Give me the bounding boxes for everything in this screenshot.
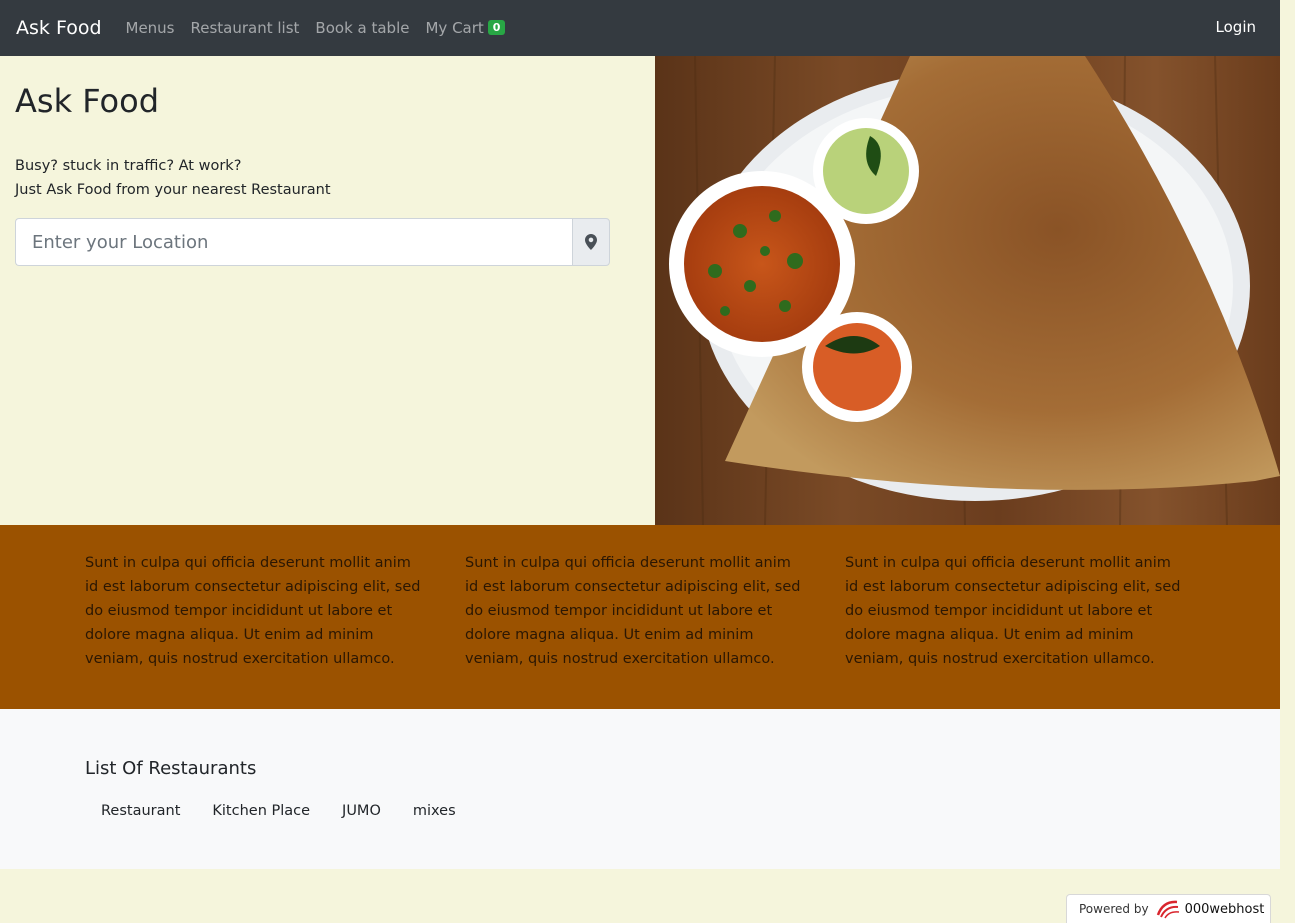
cart-count-badge: 0 bbox=[487, 20, 506, 35]
features-section: Sunt in culpa qui officia deserunt molli… bbox=[0, 525, 1280, 709]
hero-tagline-1: Busy? stuck in traffic? At work? bbox=[15, 158, 242, 174]
location-input[interactable] bbox=[15, 218, 572, 266]
feature-text-1: Sunt in culpa qui officia deserunt molli… bbox=[85, 555, 421, 667]
feature-text-3: Sunt in culpa qui officia deserunt molli… bbox=[845, 555, 1181, 667]
hero-food-image bbox=[655, 56, 1280, 525]
hero-tagline-2: Just Ask Food from your nearest Restaura… bbox=[15, 182, 331, 198]
nav-my-cart[interactable]: My Cart 0 bbox=[425, 19, 506, 37]
restaurants-heading: List Of Restaurants bbox=[85, 758, 257, 779]
location-input-group bbox=[15, 218, 610, 266]
powered-by-badge[interactable]: Powered by 000webhost bbox=[1066, 894, 1271, 923]
nav-book-table[interactable]: Book a table bbox=[315, 19, 409, 37]
restaurant-item[interactable]: Kitchen Place bbox=[212, 803, 310, 819]
login-link[interactable]: Login bbox=[1216, 18, 1256, 36]
scrollbar[interactable] bbox=[1280, 0, 1295, 923]
hero-text: Ask Food Busy? stuck in traffic? At work… bbox=[0, 56, 655, 525]
map-marker-icon bbox=[585, 234, 597, 250]
feature-text-2: Sunt in culpa qui officia deserunt molli… bbox=[465, 555, 801, 667]
restaurant-item[interactable]: JUMO bbox=[342, 803, 381, 819]
restaurant-list: Restaurant Kitchen Place JUMO mixes bbox=[85, 803, 1195, 819]
nav-restaurant-list[interactable]: Restaurant list bbox=[191, 19, 300, 37]
page: Ask Food Menus Restaurant list Book a ta… bbox=[0, 0, 1280, 869]
restaurant-item[interactable]: mixes bbox=[413, 803, 456, 819]
nav-menus[interactable]: Menus bbox=[126, 19, 175, 37]
restaurant-item[interactable]: Restaurant bbox=[101, 803, 180, 819]
powered-by-brand: 000webhost bbox=[1184, 901, 1265, 917]
nav-my-cart-label: My Cart bbox=[425, 19, 484, 37]
navbar: Ask Food Menus Restaurant list Book a ta… bbox=[0, 0, 1280, 56]
location-button[interactable] bbox=[572, 218, 610, 266]
powered-by-label: Powered by bbox=[1079, 902, 1149, 916]
hero-section: Ask Food Busy? stuck in traffic? At work… bbox=[0, 56, 1280, 525]
hero-title: Ask Food bbox=[15, 82, 159, 120]
restaurants-section: List Of Restaurants Restaurant Kitchen P… bbox=[0, 709, 1280, 869]
webhost-logo-icon bbox=[1156, 900, 1179, 919]
brand-logo[interactable]: Ask Food bbox=[16, 17, 102, 39]
dosa-photo bbox=[655, 56, 1280, 525]
